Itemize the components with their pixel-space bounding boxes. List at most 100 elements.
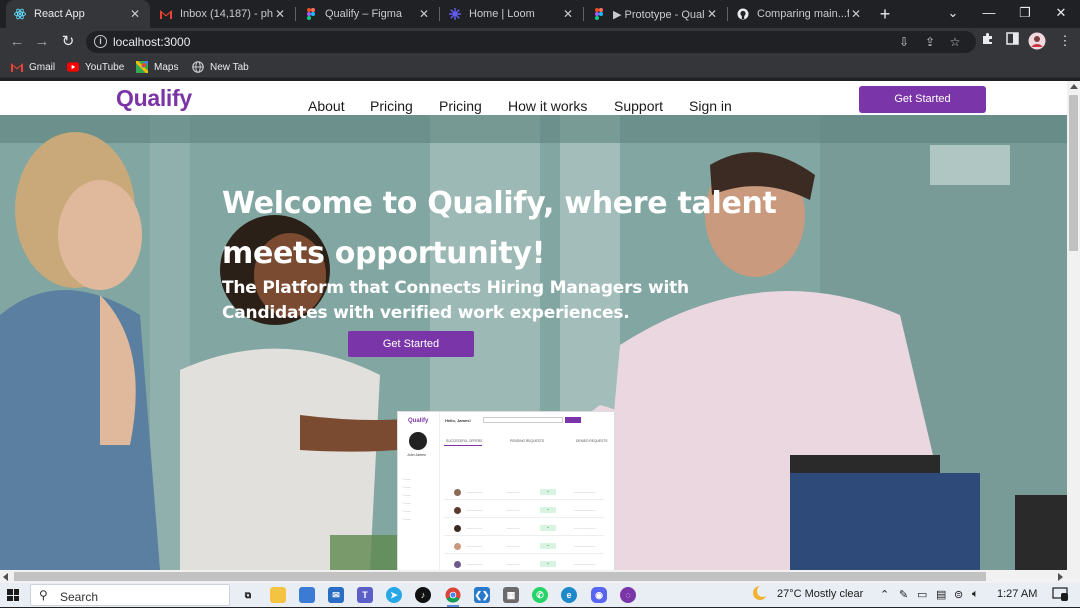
bookmarks-bar: Gmail YouTube Maps New Tab [0, 56, 1080, 78]
globe-icon [192, 61, 204, 73]
header-get-started-button[interactable]: Get Started [859, 86, 986, 113]
browser-toolbar: ← → ↻ i localhost:3000 ⇩ ⇪ ☆ [0, 28, 1080, 56]
task-view-icon[interactable]: ⧉ [240, 587, 256, 603]
loom-icon [449, 8, 461, 20]
nav-pricing[interactable]: Pricing [370, 98, 413, 114]
horizontal-scrollbar[interactable] [0, 570, 1080, 583]
weather-icon[interactable] [752, 585, 770, 606]
tab-prototype[interactable]: ▶ Prototype - Qualif ✕ [585, 0, 727, 28]
dashboard-user-name: John James [407, 453, 426, 457]
profile-avatar[interactable] [1028, 32, 1046, 50]
nav-pricing-2[interactable]: Pricing [439, 98, 482, 114]
react-icon [14, 8, 26, 20]
tab-inbox[interactable]: Inbox (14,187) - pheol ✕ [152, 0, 295, 28]
search-icon: ⚲ [39, 588, 48, 602]
bookmark-star-icon[interactable]: ☆ [947, 34, 963, 50]
install-app-icon[interactable]: ⇩ [896, 34, 912, 50]
close-icon[interactable]: ✕ [128, 7, 142, 21]
url-text: localhost:3000 [113, 35, 191, 49]
back-button[interactable]: ← [7, 32, 27, 52]
taskbar-search-box[interactable]: ⚲ Search [30, 584, 230, 606]
calculator-icon[interactable]: ▦ [503, 587, 519, 603]
forward-button[interactable]: → [32, 32, 52, 52]
tab-label: Comparing main...full [757, 8, 849, 20]
figma-icon [305, 8, 317, 20]
bookmark-youtube[interactable]: YouTube [67, 59, 124, 75]
show-hidden-icons[interactable]: ⌃ [880, 588, 889, 601]
bookmark-new-tab[interactable]: New Tab [192, 59, 249, 75]
hero-get-started-button[interactable]: Get Started [348, 331, 474, 357]
windows-taskbar: ⚲ Search ⧉ ✉ T ➤ ♪ ❮❯ ▦ ✆ e ◉ ◌ 27°C Mos… [0, 583, 1080, 607]
new-tab-button[interactable]: + [875, 4, 895, 24]
nav-support[interactable]: Support [614, 98, 663, 114]
site-info-icon[interactable]: i [94, 35, 107, 48]
chrome-menu-icon[interactable]: ⋮ [1056, 32, 1074, 50]
bookmark-label: Maps [154, 61, 179, 73]
close-icon[interactable]: ✕ [561, 7, 575, 21]
close-window-button[interactable]: ✕ [1044, 0, 1078, 28]
address-bar[interactable]: i localhost:3000 ⇩ ⇪ ☆ [86, 31, 976, 53]
share-icon[interactable]: ⇪ [922, 34, 938, 50]
site-logo[interactable]: Qualify [116, 85, 192, 112]
tab-react-app[interactable]: React App ✕ [6, 0, 150, 28]
bookmark-label: New Tab [210, 61, 249, 73]
tab-search-icon[interactable]: ⌄ [936, 0, 970, 28]
restore-button[interactable]: ❐ [1008, 0, 1042, 28]
nav-about[interactable]: About [308, 98, 345, 114]
tab-figma[interactable]: Qualify – Figma ✕ [297, 0, 439, 28]
close-icon[interactable]: ✕ [849, 7, 863, 21]
whatsapp-icon[interactable]: ✆ [532, 587, 548, 603]
windows-start-icon[interactable] [7, 589, 19, 601]
dashboard-greeting: Hello, James! [445, 418, 471, 423]
edge-icon[interactable]: e [561, 587, 577, 603]
file-explorer-icon[interactable] [270, 587, 286, 603]
dashboard-tab: PENDING REQUESTS [510, 439, 545, 443]
tab-github[interactable]: Comparing main...full ✕ [729, 0, 871, 28]
bookmark-label: Gmail [29, 61, 56, 73]
mail-icon[interactable]: ✉ [328, 587, 344, 603]
close-icon[interactable]: ✕ [705, 7, 719, 21]
nav-how-it-works[interactable]: How it works [508, 98, 587, 114]
close-icon[interactable]: ✕ [273, 7, 287, 21]
page-viewport: Qualify About Pricing Pricing How it wor… [0, 81, 1067, 570]
close-icon[interactable]: ✕ [417, 7, 431, 21]
wifi-icon[interactable]: ⊜ [954, 588, 963, 601]
tiktok-icon[interactable]: ♪ [415, 587, 431, 603]
tab-label: Inbox (14,187) - pheol [180, 8, 273, 20]
site-header: Qualify About Pricing Pricing How it wor… [0, 81, 1067, 115]
dashboard-tab: DENIED REQUESTS [576, 439, 608, 443]
extensions-icon[interactable] [978, 32, 996, 50]
office-icon[interactable]: ▤ [936, 588, 946, 601]
pen-icon[interactable]: ✎ [899, 588, 908, 601]
tab-label: Home | Loom [469, 8, 535, 20]
weather-text[interactable]: 27°C Mostly clear [777, 588, 863, 600]
github-desktop-icon[interactable]: ◌ [620, 587, 636, 603]
volume-icon[interactable]: 🔈︎ [972, 588, 979, 601]
tab-label: ▶ Prototype - Qualif [613, 8, 705, 21]
bookmark-maps[interactable]: Maps [136, 59, 178, 75]
side-panel-icon[interactable] [1003, 32, 1021, 50]
youtube-icon [67, 61, 79, 73]
clock-time[interactable]: 1:27 AM [997, 588, 1037, 600]
store-icon[interactable] [299, 587, 315, 603]
telegram-icon[interactable]: ➤ [386, 587, 402, 603]
github-icon [737, 8, 749, 20]
vertical-scrollbar[interactable] [1067, 81, 1080, 570]
discord-icon[interactable]: ◉ [591, 587, 607, 603]
vscode-icon[interactable]: ❮❯ [474, 587, 490, 603]
nav-sign-in[interactable]: Sign in [689, 98, 732, 114]
dashboard-search-button [565, 417, 581, 423]
hero-title: Welcome to Qualify, where talent meets o… [222, 186, 777, 271]
minimize-button[interactable]: — [972, 0, 1006, 28]
chrome-icon[interactable] [445, 587, 461, 607]
notification-icon[interactable] [1052, 587, 1068, 604]
bookmark-gmail[interactable]: Gmail [11, 59, 55, 75]
bookmark-label: YouTube [85, 61, 125, 73]
vertical-scroll-thumb[interactable] [1069, 95, 1078, 251]
tab-loom[interactable]: Home | Loom ✕ [441, 0, 583, 28]
reload-button[interactable]: ↻ [58, 32, 78, 52]
battery-icon[interactable]: ▭ [917, 588, 927, 601]
horizontal-scroll-thumb[interactable] [14, 572, 986, 581]
dashboard-logo: Qualify [408, 418, 429, 424]
teams-icon[interactable]: T [357, 587, 373, 603]
